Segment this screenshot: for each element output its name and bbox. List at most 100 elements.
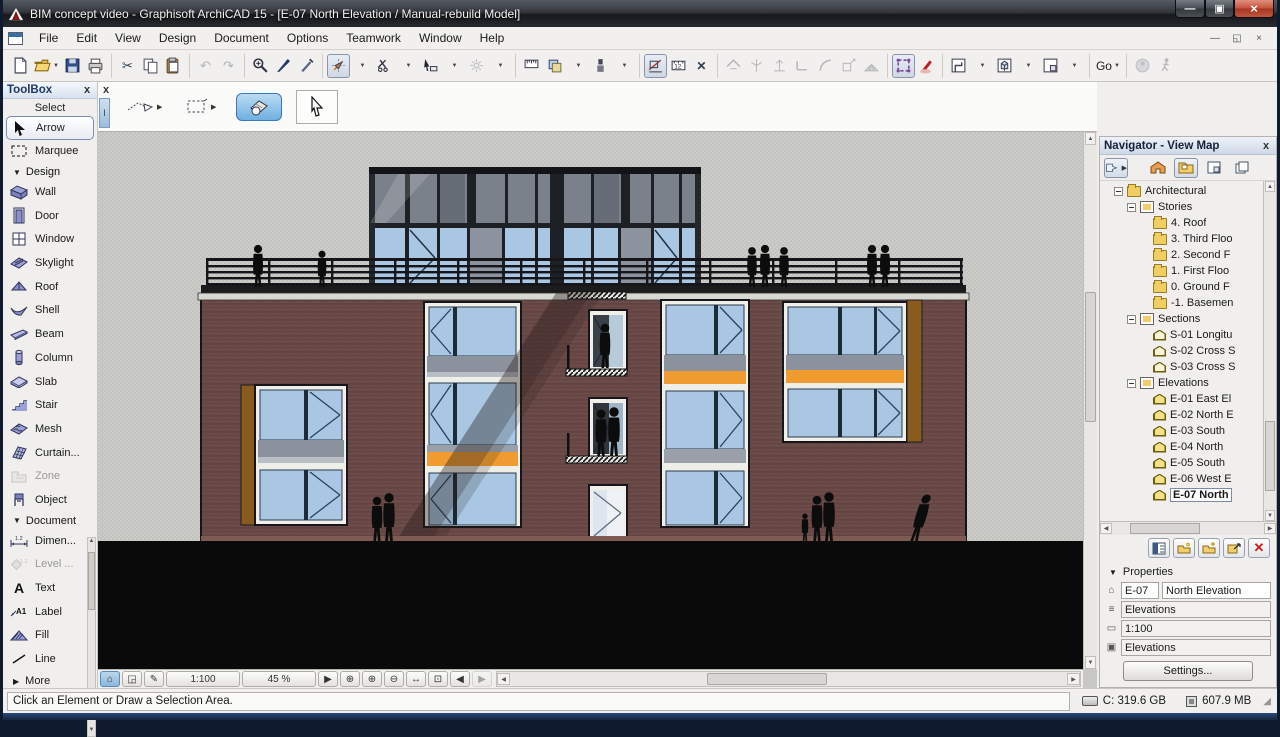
layout-dropdown[interactable]: ▼	[1062, 54, 1085, 78]
tree-item-e05[interactable]: E-05 South	[1100, 455, 1276, 471]
tree-item-stories[interactable]: Stories	[1100, 199, 1276, 215]
walk-button[interactable]	[1154, 54, 1177, 78]
menu-edit[interactable]: Edit	[67, 28, 106, 48]
properties-panel-button[interactable]	[1148, 538, 1170, 558]
scroll-right-icon[interactable]: ▶	[1264, 523, 1276, 534]
paste-button[interactable]	[162, 54, 185, 78]
explode-dropdown[interactable]: ▼	[488, 54, 511, 78]
scrollbar-thumb[interactable]	[1265, 421, 1275, 491]
scroll-down-icon[interactable]: ▼	[1085, 656, 1096, 669]
resize-grip[interactable]: ◢	[1263, 696, 1273, 707]
drawing-vertical-scrollbar[interactable]: ▲ ▼	[1083, 132, 1097, 669]
tree-vertical-scrollbar[interactable]: ▲ ▼	[1263, 181, 1276, 521]
tree-item-third-floor[interactable]: 3. Third Floo	[1100, 231, 1276, 247]
tool-slab[interactable]: Slab	[3, 370, 97, 394]
info-box-handle[interactable]: I	[99, 98, 110, 128]
zoom-in-button[interactable]: ⊕	[362, 671, 382, 687]
adjust-button[interactable]	[768, 54, 791, 78]
elevate-button[interactable]	[860, 54, 883, 78]
tool-curtain-wall[interactable]: Curtain...	[3, 441, 97, 465]
trim-elements-button[interactable]	[373, 54, 396, 78]
undo-button[interactable]: ↶	[194, 54, 217, 78]
more-options-button[interactable]: ▶	[318, 671, 338, 687]
scroll-up-icon[interactable]: ▲	[1085, 132, 1096, 145]
menu-teamwork[interactable]: Teamwork	[337, 28, 410, 48]
eraser-selected-button[interactable]	[236, 93, 282, 121]
scroll-down-icon[interactable]: ▼	[1265, 510, 1275, 521]
zoom-box-button[interactable]: ◲	[122, 671, 142, 687]
pickup-parameters-button[interactable]	[272, 54, 295, 78]
tree-item-ground-floor[interactable]: 0. Ground F	[1100, 279, 1276, 295]
menu-window[interactable]: Window	[410, 28, 471, 48]
maximize-button[interactable]: ▣	[1205, 0, 1234, 18]
collapse-expander-icon[interactable]	[1114, 187, 1123, 196]
mdi-close-button[interactable]: ×	[1251, 33, 1267, 44]
previous-zoom-button[interactable]: ◀	[450, 671, 470, 687]
tool-marquee[interactable]: Marquee	[3, 140, 97, 164]
menu-help[interactable]: Help	[471, 28, 514, 48]
scrollbar-thumb[interactable]	[1085, 292, 1096, 422]
scroll-left-icon[interactable]: ◀	[497, 673, 510, 685]
tool-shell[interactable]: Shell	[3, 299, 97, 323]
tool-mesh[interactable]: Mesh	[3, 417, 97, 441]
explode-button[interactable]	[465, 54, 488, 78]
scale-button[interactable]: 1:100	[166, 671, 240, 687]
tree-item-e01[interactable]: E-01 East El	[1100, 391, 1276, 407]
scrollbar-thumb[interactable]	[707, 673, 827, 685]
mdi-restore-button[interactable]: ◱	[1229, 33, 1245, 44]
tool-zone[interactable]: Zone	[3, 464, 97, 488]
scroll-up-icon[interactable]: ▲	[88, 538, 95, 547]
layers-button[interactable]	[543, 54, 566, 78]
tree-item-e02[interactable]: E-02 North E	[1100, 407, 1276, 423]
auto-dimension-button[interactable]: 12	[667, 54, 690, 78]
drawing-horizontal-scrollbar[interactable]: ◀ ▶	[496, 671, 1081, 687]
save-button[interactable]	[61, 54, 84, 78]
favorites-dropdown[interactable]: ▼	[612, 54, 635, 78]
tool-dimension[interactable]: 1.2Dimen...	[3, 529, 97, 553]
new-folder-button[interactable]	[1198, 538, 1220, 558]
tree-item-e07-selected[interactable]: E-07 North	[1100, 487, 1276, 503]
tool-beam[interactable]: Beam	[3, 322, 97, 346]
menu-file[interactable]: File	[30, 28, 67, 48]
floor-plan-dropdown[interactable]: ▼	[970, 54, 993, 78]
print-button[interactable]	[84, 54, 107, 78]
tool-roof[interactable]: Roof	[3, 275, 97, 299]
layout-book-button[interactable]	[1202, 158, 1226, 178]
tree-item-s01[interactable]: S-01 Longitu	[1100, 327, 1276, 343]
resize-button[interactable]	[837, 54, 860, 78]
eraser-mode-button[interactable]	[236, 92, 282, 122]
menu-view[interactable]: View	[106, 28, 150, 48]
tree-item-e03[interactable]: E-03 South	[1100, 423, 1276, 439]
tool-line[interactable]: Line	[3, 647, 97, 671]
next-zoom-button[interactable]: ▶	[472, 671, 492, 687]
modify-dropdown[interactable]: ▼	[442, 54, 465, 78]
zoom-out-button[interactable]: ⊖	[384, 671, 404, 687]
layers-dropdown[interactable]: ▼	[566, 54, 589, 78]
redo-button[interactable]: ↷	[217, 54, 240, 78]
dimension-toggle-button[interactable]	[644, 54, 667, 78]
trim-dropdown[interactable]: ▼	[396, 54, 419, 78]
tool-stair[interactable]: Stair	[3, 393, 97, 417]
tool-text[interactable]: AText	[3, 576, 97, 600]
tree-item-basement[interactable]: -1. Basemen	[1100, 295, 1276, 311]
tool-skylight[interactable]: Skylight	[3, 251, 97, 275]
zoom-level-button[interactable]: 45 %	[242, 671, 316, 687]
toolbox-close-icon[interactable]: x	[81, 84, 93, 96]
tree-item-roof[interactable]: 4. Roof	[1100, 215, 1276, 231]
3d-dropdown[interactable]: ▼	[1016, 54, 1039, 78]
properties-header[interactable]: ▼ Properties	[1105, 563, 1271, 582]
model-view-options-button[interactable]: ⌂	[100, 671, 120, 687]
view-id-field[interactable]: E-07	[1121, 582, 1159, 599]
floor-plan-window-button[interactable]	[947, 54, 970, 78]
delete-button[interactable]: ✕	[690, 54, 713, 78]
tree-item-architectural[interactable]: Architectural	[1100, 183, 1276, 199]
measure-button[interactable]	[520, 54, 543, 78]
delete-view-button[interactable]: ✕	[1248, 538, 1270, 558]
fit-in-window-button[interactable]: ⊡	[428, 671, 448, 687]
tree-item-s03[interactable]: S-03 Cross S	[1100, 359, 1276, 375]
guidelines-dropdown[interactable]: ▼	[350, 54, 373, 78]
project-chooser-button[interactable]: ▶	[1104, 158, 1128, 178]
scroll-left-icon[interactable]: ◀	[1100, 523, 1112, 534]
scroll-up-icon[interactable]: ▲	[1265, 181, 1275, 192]
document-window-icon[interactable]	[8, 32, 23, 45]
